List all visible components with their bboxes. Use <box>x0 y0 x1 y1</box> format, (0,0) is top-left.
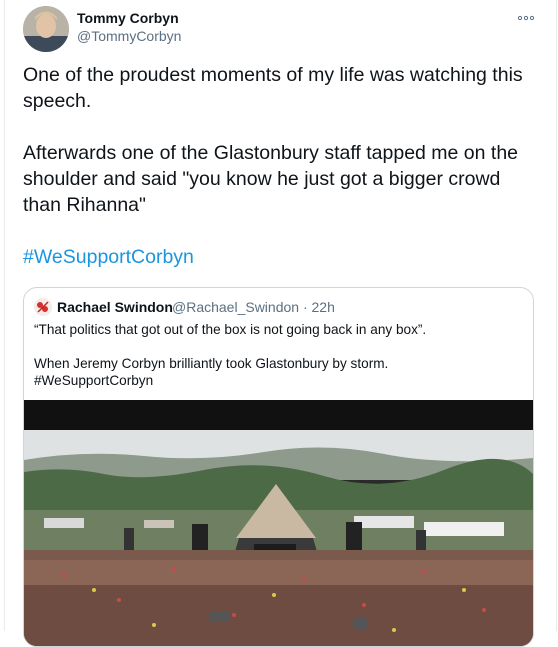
quoted-text-line-1: “That politics that got out of the box i… <box>34 322 427 337</box>
tweet-text: One of the proudest moments of my life w… <box>23 62 543 270</box>
quoted-author-meta[interactable]: @Rachael_Swindon · 22h <box>172 299 335 315</box>
quoted-author-avatar[interactable] <box>34 298 52 316</box>
video-thumbnail[interactable] <box>24 400 533 646</box>
quoted-tweet[interactable]: Rachael Swindon @Rachael_Swindon · 22h “… <box>23 287 534 647</box>
quoted-text-line-2: When Jeremy Corbyn brilliantly took Glas… <box>34 356 389 371</box>
tweet-text-paragraph-1: One of the proudest moments of my life w… <box>23 64 523 112</box>
quoted-author-name[interactable]: Rachael Swindon <box>57 299 173 315</box>
hashtag-link[interactable]: #WeSupportCorbyn <box>23 246 194 268</box>
quoted-hashtag: #WeSupportCorbyn <box>34 373 154 388</box>
author-handle[interactable]: @TommyCorbyn <box>77 28 181 44</box>
author-avatar[interactable] <box>23 6 69 52</box>
quoted-tweet-text: “That politics that got out of the box i… <box>34 321 524 389</box>
tweet-text-paragraph-2: Afterwards one of the Glastonbury staff … <box>23 142 519 216</box>
more-horizontal-icon[interactable] <box>517 10 535 21</box>
tweet-card[interactable]: Tommy Corbyn @TommyCorbyn One of the pro… <box>4 0 557 647</box>
author-display-name[interactable]: Tommy Corbyn <box>77 10 179 26</box>
